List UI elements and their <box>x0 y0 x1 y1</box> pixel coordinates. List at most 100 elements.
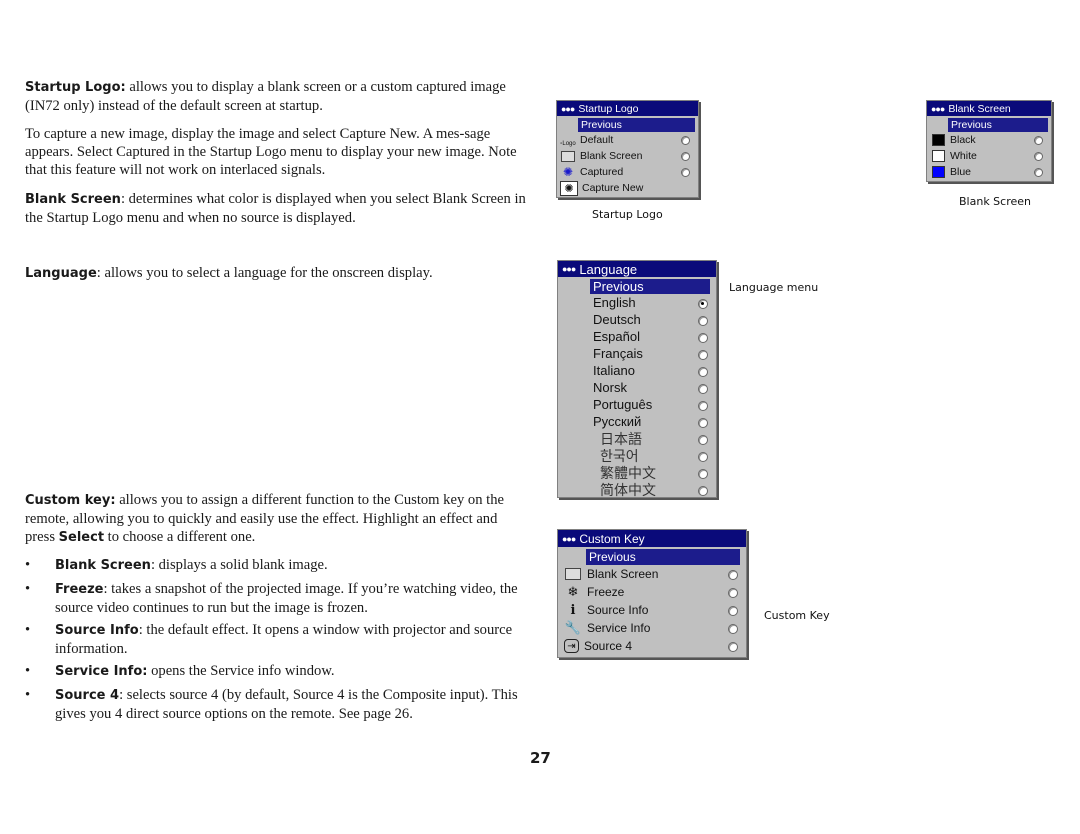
radio-button[interactable] <box>728 624 738 634</box>
radio-button[interactable] <box>1034 152 1043 161</box>
language-option-label: Português <box>593 397 653 412</box>
radio-button[interactable] <box>728 570 738 580</box>
page-number: 27 <box>530 749 551 767</box>
language-menu-caption: Language menu <box>729 281 819 294</box>
radio-button[interactable] <box>698 452 708 462</box>
radio-button[interactable] <box>1034 168 1043 177</box>
language-option[interactable]: Français <box>558 345 716 362</box>
menu-item-source-info[interactable]: i Source Info <box>558 601 746 619</box>
blank-screen-caption: Blank Screen <box>959 195 1031 208</box>
menu-item-service-info[interactable]: 🔧 Service Info <box>558 619 746 637</box>
black-swatch-icon <box>931 134 945 146</box>
service-wrench-icon: 🔧 <box>564 620 582 635</box>
radio-button[interactable] <box>698 435 708 445</box>
radio-button[interactable] <box>698 316 708 326</box>
menu-item-blue[interactable]: Blue <box>927 164 1051 180</box>
language-option[interactable]: Norsk <box>558 379 716 396</box>
language-option[interactable]: Italiano <box>558 362 716 379</box>
menu-item-black[interactable]: Black <box>927 132 1051 148</box>
language-option-label: Español <box>593 329 640 344</box>
language-list: English Deutsch Español Français Italiano Nor… <box>558 294 716 499</box>
language-menu: ●●● Language Previous English Deutsch Españ… <box>557 260 717 499</box>
language-option[interactable]: 日本語 <box>558 430 716 448</box>
custom-key-menu: ●●● Custom Key Previous Blank Screen ❄ Fr… <box>557 529 747 658</box>
startup-logo-caption: Startup Logo <box>592 208 663 221</box>
menu-dots-icon: ●●● <box>561 103 575 114</box>
radio-button[interactable] <box>698 418 708 428</box>
language-option[interactable]: 한국어 <box>558 447 716 465</box>
radio-button[interactable] <box>698 401 708 411</box>
capture-new-paragraph: To capture a new image, display the imag… <box>25 126 517 178</box>
menu-item-blank-screen[interactable]: Blank Screen <box>558 565 746 583</box>
menu-item-capture-new[interactable]: ✺ Capture New <box>557 180 698 196</box>
radio-button[interactable] <box>728 588 738 598</box>
menu-title: ●●● Blank Screen <box>927 101 1051 116</box>
startup-logo-paragraph: Startup Logo: allows you to display a bl… <box>25 79 506 114</box>
freeze-icon: ❄ <box>567 584 579 599</box>
menu-item-source-4[interactable]: ⇥ Source 4 <box>558 637 746 655</box>
radio-button[interactable] <box>681 136 690 145</box>
blank-screen-icon <box>561 150 575 162</box>
radio-button[interactable] <box>698 469 708 479</box>
blank-screen-menu: ●●● Blank Screen Previous Black White Blu… <box>926 100 1052 182</box>
radio-button[interactable] <box>698 350 708 360</box>
menu-item-freeze[interactable]: ❄ Freeze <box>558 583 746 601</box>
menu-item-captured[interactable]: ✺ Captured <box>557 164 698 180</box>
language-option[interactable]: Русский <box>558 413 716 430</box>
radio-button[interactable] <box>698 486 708 496</box>
menu-item-previous[interactable]: Previous <box>590 279 710 294</box>
logo-icon: ▫Logo <box>560 140 576 147</box>
language-option[interactable]: English <box>558 294 716 311</box>
language-option-label: English <box>593 295 636 310</box>
menu-item-previous[interactable]: Previous <box>586 549 740 565</box>
bullet-source-4: • Source 4: selects source 4 (by default,… <box>25 687 518 722</box>
language-option-label: 简体中文 <box>600 482 656 499</box>
language-option[interactable]: Español <box>558 328 716 345</box>
language-option[interactable]: 简体中文 <box>558 481 716 499</box>
menu-title: ●●● Language <box>558 261 716 277</box>
menu-item-previous[interactable]: Previous <box>578 118 695 132</box>
language-paragraph: Language: allows you to select a languag… <box>25 265 433 281</box>
bullet-freeze: • Freeze: takes a snapshot of the project… <box>25 581 518 616</box>
language-option[interactable]: Deutsch <box>558 311 716 328</box>
menu-item-default[interactable]: ▫Logo Default <box>557 132 698 148</box>
language-option-label: Русский <box>593 414 642 429</box>
captured-icon: ✺ <box>562 165 574 179</box>
radio-button[interactable] <box>1034 136 1043 145</box>
capture-new-icon: ✺ <box>560 180 578 196</box>
menu-item-previous[interactable]: Previous <box>948 118 1048 132</box>
radio-button[interactable] <box>698 367 708 377</box>
menu-dots-icon: ●●● <box>931 103 945 114</box>
blank-screen-paragraph: Blank Screen: determines what color is d… <box>25 191 526 226</box>
radio-button[interactable] <box>698 299 708 309</box>
menu-dots-icon: ●●● <box>562 264 576 274</box>
menu-item-blank-screen[interactable]: Blank Screen <box>557 148 698 164</box>
language-option-label: Français <box>593 346 643 361</box>
bullet-source-info: • Source Info: the default effect. It ope… <box>25 622 513 657</box>
bullet-service-info: • Service Info: opens the Service info wi… <box>25 663 335 679</box>
radio-button[interactable] <box>681 168 690 177</box>
radio-button[interactable] <box>681 152 690 161</box>
language-option-label: Deutsch <box>593 312 641 327</box>
menu-item-white[interactable]: White <box>927 148 1051 164</box>
radio-button[interactable] <box>728 606 738 616</box>
radio-button[interactable] <box>728 642 738 652</box>
menu-title: ●●● Custom Key <box>558 530 746 547</box>
custom-key-paragraph: Custom key: allows you to assign a diffe… <box>25 492 504 545</box>
language-option[interactable]: 繁體中文 <box>558 464 716 482</box>
radio-button[interactable] <box>698 333 708 343</box>
white-swatch-icon <box>931 150 945 162</box>
info-icon: i <box>570 602 576 618</box>
language-option-label: Norsk <box>593 380 627 395</box>
startup-logo-menu: ●●● Startup Logo Previous ▫Logo Default B… <box>556 100 699 198</box>
blue-swatch-icon <box>931 166 945 178</box>
language-option-label: Italiano <box>593 363 635 378</box>
menu-dots-icon: ●●● <box>562 533 576 544</box>
source-input-icon: ⇥ <box>564 639 579 653</box>
bullet-blank-screen: • Blank Screen: displays a solid blank im… <box>25 557 328 573</box>
custom-key-caption: Custom Key <box>764 609 830 622</box>
language-option[interactable]: Português <box>558 396 716 413</box>
radio-button[interactable] <box>698 384 708 394</box>
blank-screen-icon <box>565 568 581 580</box>
menu-title: ●●● Startup Logo <box>557 101 698 116</box>
